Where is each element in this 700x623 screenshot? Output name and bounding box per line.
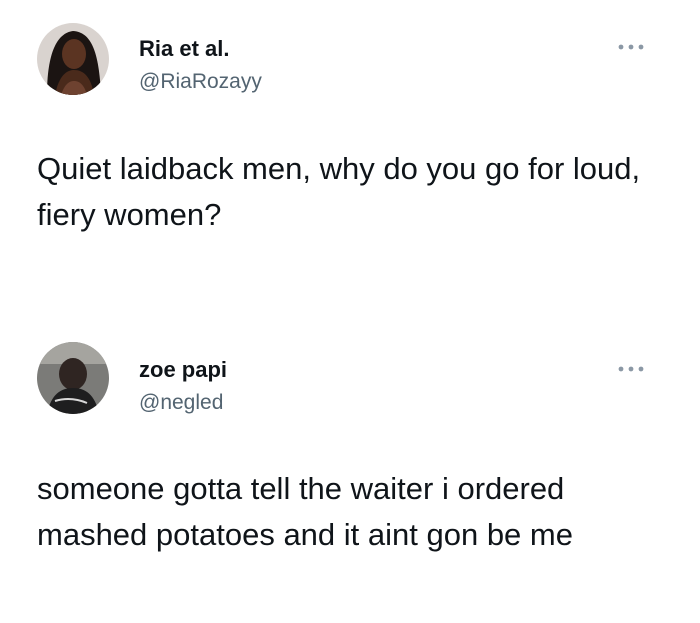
more-options-icon[interactable] [616, 362, 646, 374]
more-options-icon[interactable] [616, 40, 646, 52]
display-name[interactable]: zoe papi [139, 357, 227, 383]
display-name[interactable]: Ria et al. [139, 36, 229, 62]
user-handle[interactable]: @RiaRozayy [139, 70, 262, 94]
user-handle[interactable]: @negled [139, 391, 223, 415]
tweet-text: Quiet laidback men, why do you go for lo… [37, 151, 641, 232]
tweet-card: Ria et al. @RiaRozayy Quiet laidback men… [0, 0, 700, 290]
profile-photo-icon [37, 342, 109, 414]
avatar[interactable] [37, 23, 109, 95]
tweet-card: zoe papi @negled someone gotta tell the … [0, 320, 700, 623]
avatar[interactable] [37, 342, 109, 414]
tweet-text: someone gotta tell the waiter i ordered … [37, 471, 573, 552]
profile-photo-icon [37, 23, 109, 95]
